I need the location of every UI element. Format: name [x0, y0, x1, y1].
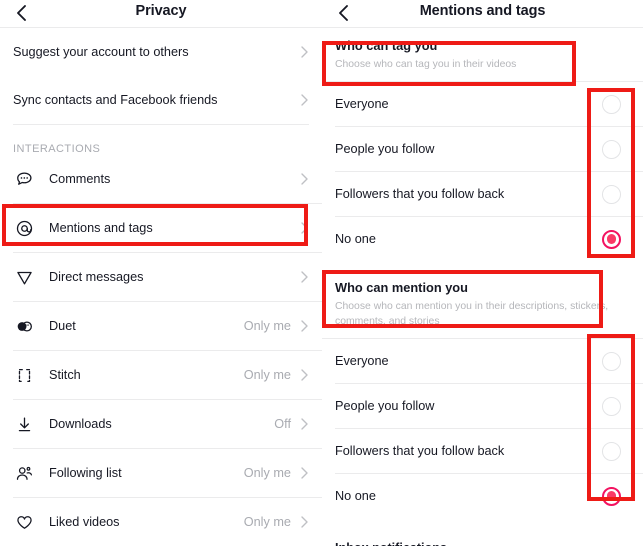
section-gap: [322, 518, 643, 527]
people-icon: [13, 462, 35, 484]
sidebar-item-label: Liked videos: [49, 515, 120, 529]
sidebar-item-label: Duet: [49, 319, 76, 333]
chevron-right-icon: [300, 515, 309, 529]
row-label: Suggest your account to others: [13, 45, 189, 59]
option-row-mention-people-you-follow[interactable]: People you follow: [322, 384, 643, 428]
option-row-mention-everyone[interactable]: Everyone: [322, 339, 643, 383]
at-mention-icon: [13, 217, 35, 239]
chevron-right-icon: [300, 466, 309, 480]
option-label: Everyone: [335, 354, 389, 368]
sidebar-item-liked-videos[interactable]: Liked videos Only me: [0, 498, 322, 546]
option-row-tag-followers-you-follow-back[interactable]: Followers that you follow back: [322, 172, 643, 216]
sidebar-item-following-list[interactable]: Following list Only me: [0, 449, 322, 497]
stitch-icon: [13, 364, 35, 386]
sidebar-item-mentions-and-tags[interactable]: Mentions and tags: [0, 204, 322, 252]
radio-tag-people-you-follow[interactable]: [602, 139, 621, 159]
radio-mention-everyone[interactable]: [602, 351, 621, 371]
radio-tag-followers-you-follow-back[interactable]: [602, 184, 621, 204]
chevron-right-icon: [300, 172, 309, 186]
option-row-mention-no-one[interactable]: No one: [322, 474, 643, 518]
sidebar-item-value: Only me: [243, 319, 291, 333]
radio-mention-people-you-follow[interactable]: [602, 396, 621, 416]
row-label: Sync contacts and Facebook friends: [13, 93, 218, 107]
screenshot-root: Privacy Suggest your account to others S…: [0, 0, 643, 546]
chevron-right-icon: [300, 270, 309, 284]
section-header-interactions: INTERACTIONS: [13, 143, 101, 155]
sidebar-item-value: Only me: [243, 466, 291, 480]
option-row-mention-followers-you-follow-back[interactable]: Followers that you follow back: [322, 429, 643, 473]
sidebar-item-stitch[interactable]: Stitch Only me: [0, 351, 322, 399]
comment-icon: [13, 168, 35, 190]
option-label: People you follow: [335, 399, 435, 413]
sidebar-item-comments[interactable]: Comments: [0, 155, 322, 203]
option-label: Followers that you follow back: [335, 187, 505, 201]
row-sync-contacts[interactable]: Sync contacts and Facebook friends: [0, 76, 322, 124]
option-label: Followers that you follow back: [335, 444, 505, 458]
option-row-tag-no-one[interactable]: No one: [322, 217, 643, 261]
mentions-header: Mentions and tags: [322, 0, 643, 28]
sidebar-item-value: Only me: [243, 368, 291, 382]
privacy-settings-panel: Privacy Suggest your account to others S…: [0, 0, 322, 546]
option-label: People you follow: [335, 142, 435, 156]
group-title: Who can tag you: [335, 38, 438, 53]
mentions-title: Mentions and tags: [419, 3, 546, 19]
radio-mention-no-one[interactable]: [602, 486, 621, 506]
option-label: No one: [335, 232, 376, 246]
mentions-and-tags-panel: Mentions and tags Who can tag you Choose…: [322, 0, 643, 546]
who-can-tag-you-header: Who can tag you Choose who can tag you i…: [322, 28, 643, 81]
privacy-header: Privacy: [0, 0, 322, 28]
sidebar-item-label: Mentions and tags: [49, 221, 153, 235]
radio-mention-followers-you-follow-back[interactable]: [602, 441, 621, 461]
sidebar-item-downloads[interactable]: Downloads Off: [0, 400, 322, 448]
option-label: No one: [335, 489, 376, 503]
chevron-right-icon: [300, 45, 309, 59]
header-divider: [322, 27, 643, 28]
chevron-right-icon: [300, 319, 309, 333]
sidebar-item-label: Stitch: [49, 368, 81, 382]
radio-tag-everyone[interactable]: [602, 94, 621, 114]
option-label: Everyone: [335, 97, 389, 111]
sidebar-item-value: Off: [274, 417, 291, 431]
sidebar-item-label: Direct messages: [49, 270, 144, 284]
row-suggest-account[interactable]: Suggest your account to others: [0, 28, 322, 76]
duet-icon: [13, 315, 35, 337]
group-subtitle: Choose who can tag you in their videos: [335, 59, 517, 70]
radio-tag-no-one[interactable]: [602, 229, 621, 249]
sidebar-item-duet[interactable]: Duet Only me: [0, 302, 322, 350]
who-can-mention-you-header: Who can mention you Choose who can menti…: [322, 270, 643, 338]
send-message-icon: [13, 266, 35, 288]
option-row-tag-people-you-follow[interactable]: People you follow: [322, 127, 643, 171]
inbox-notifications-title: Inbox notifications: [322, 527, 643, 546]
group-subtitle: Choose who can mention you in their desc…: [335, 301, 609, 327]
privacy-title: Privacy: [135, 3, 187, 19]
sidebar-item-label: Comments: [49, 172, 111, 186]
sidebar-item-direct-messages[interactable]: Direct messages: [0, 253, 322, 301]
group-title: Who can mention you: [335, 280, 468, 295]
chevron-right-icon: [300, 417, 309, 431]
sidebar-item-label: Downloads: [49, 417, 112, 431]
chevron-right-icon: [300, 368, 309, 382]
chevron-right-icon: [300, 221, 309, 235]
section-gap: [322, 261, 643, 270]
heart-icon: [13, 511, 35, 533]
sidebar-item-value: Only me: [243, 515, 291, 529]
option-row-tag-everyone[interactable]: Everyone: [322, 82, 643, 126]
chevron-right-icon: [300, 93, 309, 107]
sidebar-item-label: Following list: [49, 466, 122, 480]
download-icon: [13, 413, 35, 435]
